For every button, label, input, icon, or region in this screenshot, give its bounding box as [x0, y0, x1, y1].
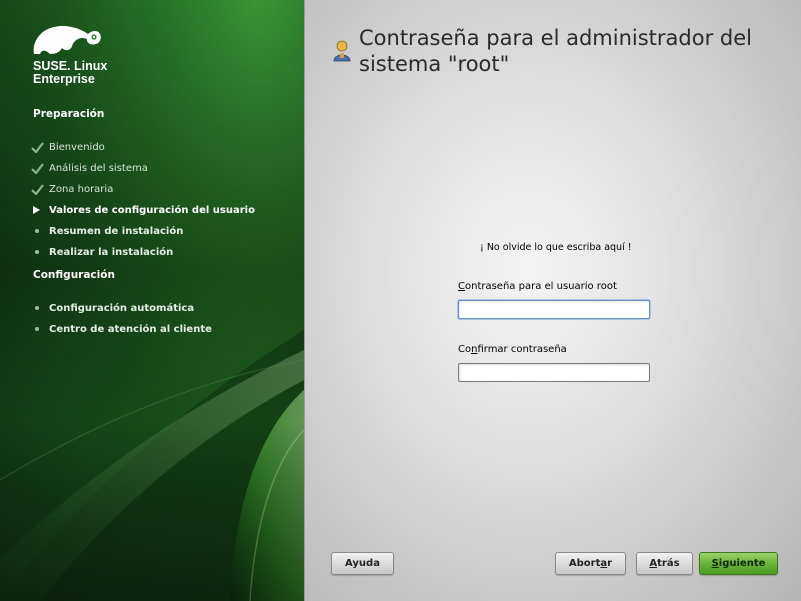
checkmark-icon — [31, 141, 49, 153]
step-label: Centro de atención al cliente — [49, 323, 212, 335]
sidebar: SUSE. Linux Enterprise Preparación Bienv… — [0, 0, 304, 601]
step-valores-de-configuracion: Valores de configuración del usuario — [31, 202, 255, 218]
label-text: firmar contraseña — [477, 344, 567, 355]
step-zona-horaria: Zona horaria — [31, 181, 113, 197]
label-pre: Abort — [568, 558, 601, 569]
suse-chameleon-icon — [33, 25, 101, 54]
user-admin-icon — [333, 40, 351, 62]
label-text: ontraseña para el usuario root — [464, 281, 617, 292]
label-post: iguiente — [718, 558, 766, 569]
step-label: Realizar la instalación — [49, 246, 174, 258]
back-button[interactable]: Atrás — [636, 552, 693, 575]
brand-line-2: Enterprise — [33, 72, 95, 86]
next-button[interactable]: Siguiente — [699, 552, 778, 575]
checkmark-icon — [31, 183, 49, 195]
step-analisis-del-sistema: Análisis del sistema — [31, 160, 148, 176]
bullet-icon — [31, 306, 49, 310]
step-label: Resumen de instalación — [49, 225, 184, 237]
root-password-input[interactable] — [458, 300, 650, 319]
mnemonic: a — [600, 558, 608, 569]
step-label: Valores de configuración del usuario — [49, 204, 255, 216]
bullet-icon — [31, 327, 49, 331]
step-realizar-la-instalacion: Realizar la instalación — [31, 244, 173, 260]
bullet-icon — [31, 250, 49, 254]
root-password-label: Contraseña para el usuario root — [458, 281, 617, 292]
step-label: Bienvenido — [49, 141, 105, 153]
confirm-password-label: Confirmar contraseña — [458, 344, 567, 355]
label-post: trás — [657, 558, 680, 569]
mnemonic: A — [649, 558, 658, 569]
help-button[interactable]: Ayuda — [331, 552, 394, 575]
label-post: r — [607, 558, 613, 569]
main-panel: Contraseña para el administrador del sis… — [304, 0, 801, 601]
mnemonic: C — [458, 281, 465, 292]
step-label: Zona horaria — [49, 183, 114, 195]
step-label: Análisis del sistema — [49, 162, 148, 174]
mnemonic: S — [711, 558, 719, 569]
step-label: Configuración automática — [49, 302, 195, 314]
bullet-icon — [31, 229, 49, 233]
page-title: Contraseña para el administrador del sis… — [359, 26, 752, 76]
abort-button[interactable]: Abort a r — [555, 552, 626, 575]
current-step-arrow-icon — [31, 206, 49, 214]
password-hint: ¡ No olvide lo que escriba aquí ! — [480, 242, 632, 253]
confirm-password-input[interactable] — [458, 363, 650, 382]
step-configuracion-automatica: Configuración automática — [31, 300, 194, 316]
section-title-preparacion: Preparación — [33, 108, 105, 120]
checkmark-icon — [31, 162, 49, 174]
step-resumen-de-instalacion: Resumen de instalación — [31, 223, 183, 239]
section-title-configuracion: Configuración — [33, 269, 115, 281]
step-centro-de-atencion: Centro de atención al cliente — [31, 321, 212, 337]
step-bienvenido: Bienvenido — [31, 139, 105, 155]
brand-name: SUSE. Linux Enterprise — [33, 60, 107, 86]
label-text-pre: Co — [458, 344, 472, 355]
